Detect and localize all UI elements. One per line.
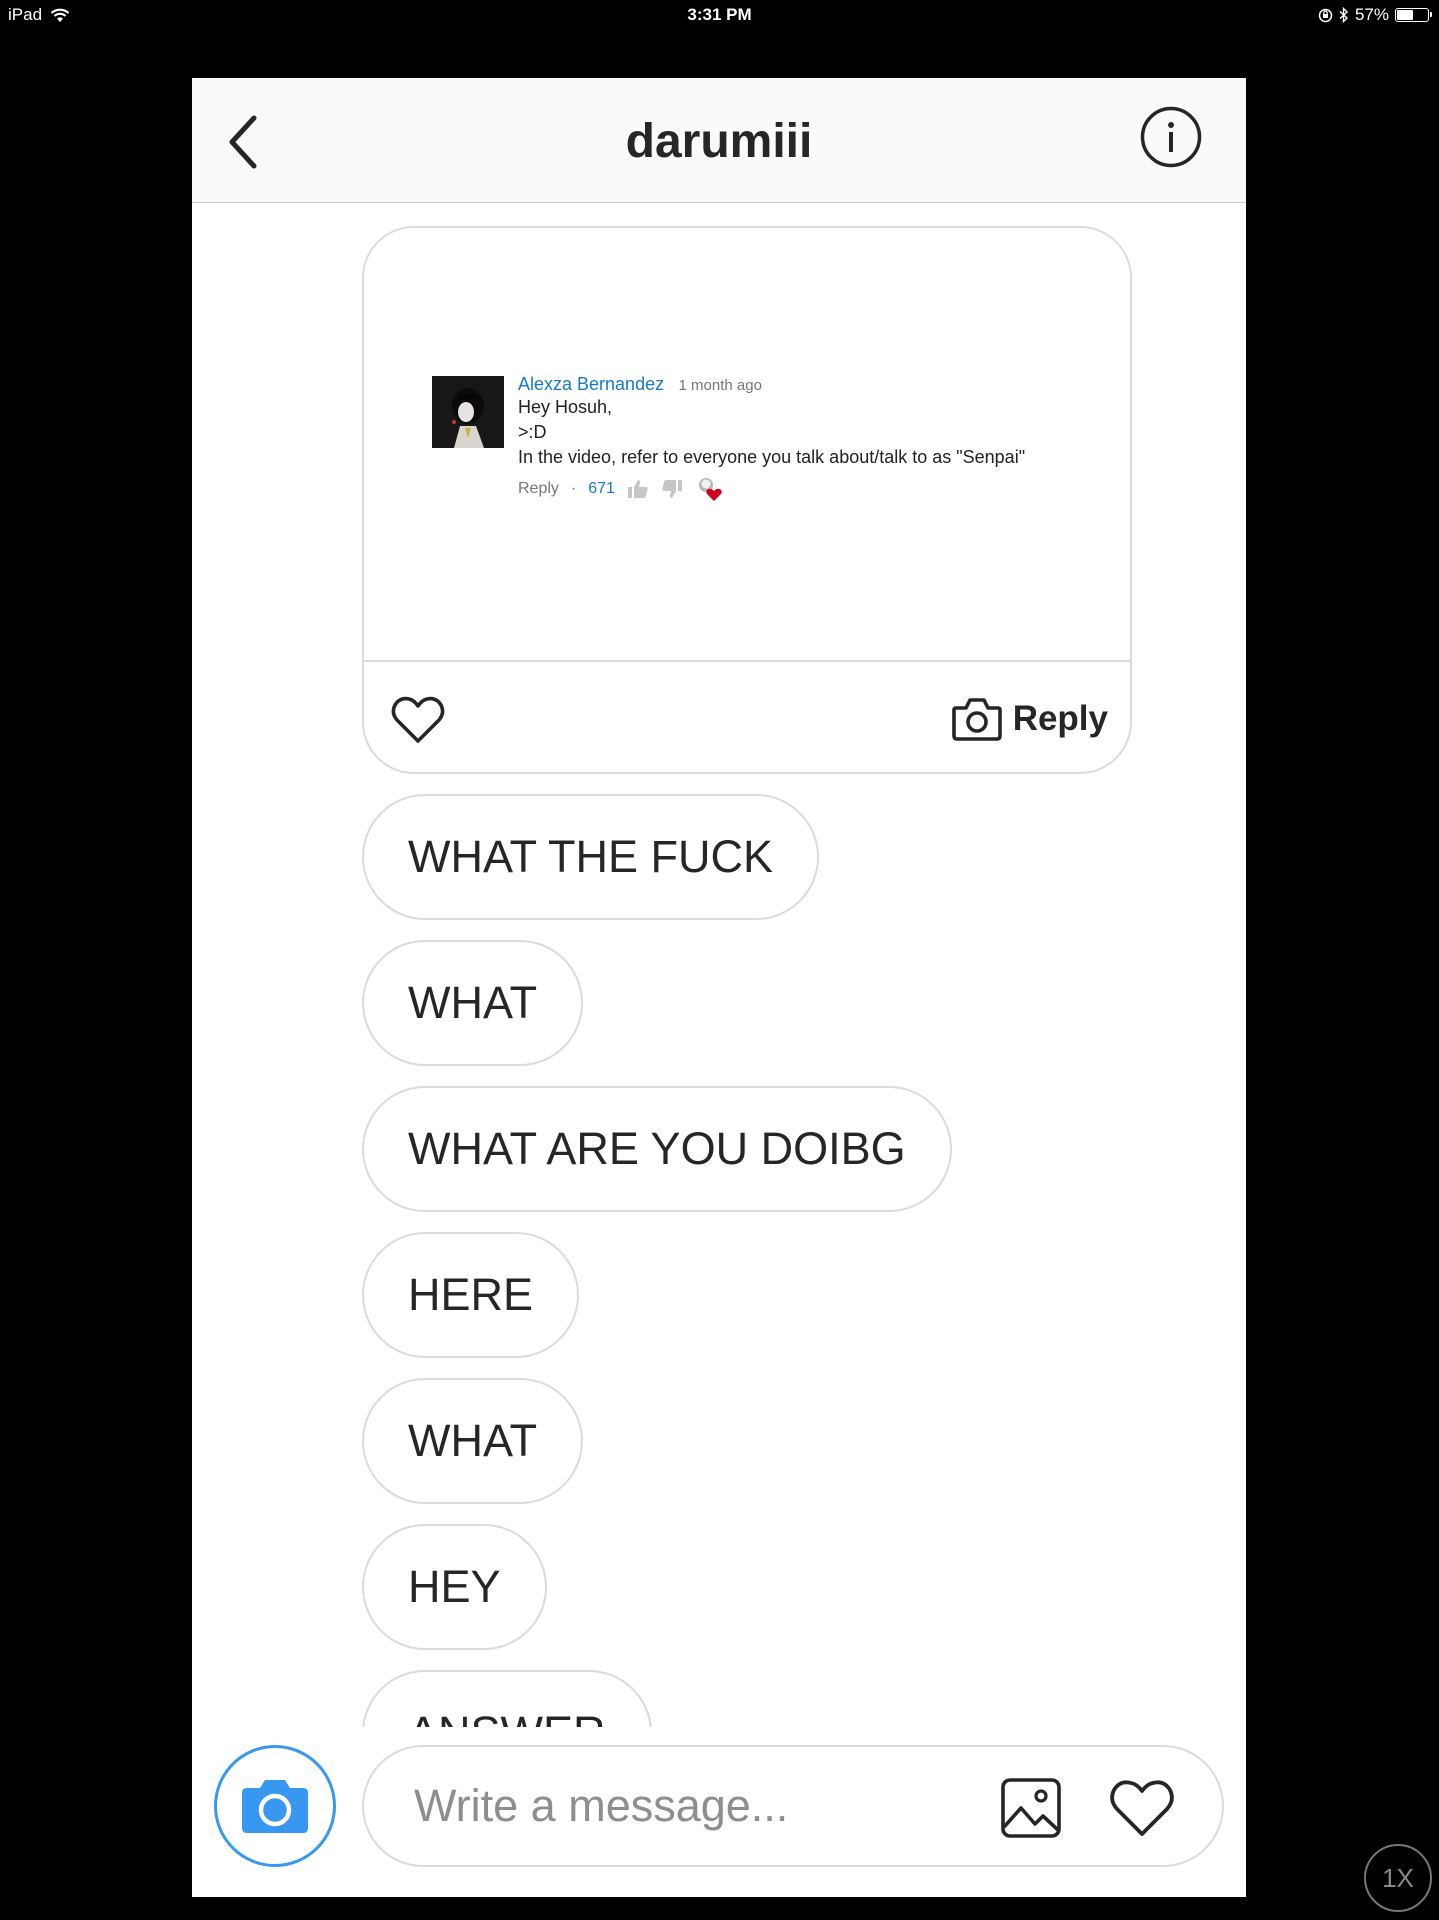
thumbs-down-icon (662, 480, 682, 498)
message-bubble[interactable]: ANSWER (362, 1670, 652, 1727)
conversation-title: darumiii (625, 115, 813, 168)
reply-button[interactable]: Reply (951, 696, 1108, 742)
shared-post-message[interactable]: Alexza Bernandez 1 month ago Hey Hosuh, … (362, 226, 1132, 774)
heart-icon[interactable] (1108, 1777, 1176, 1839)
message-bubble[interactable]: WHAT (362, 940, 584, 1066)
battery-percent: 57% (1354, 5, 1389, 24)
gallery-icon[interactable] (1000, 1777, 1062, 1839)
message-text: WHAT ARE YOU DOIBG (408, 1123, 906, 1174)
message-text: WHAT (408, 977, 538, 1028)
message-bubble[interactable]: WHAT ARE YOU DOIBG (362, 1086, 952, 1212)
thumbs-up-icon (627, 480, 648, 498)
reply-label: Reply (1012, 699, 1108, 738)
comment-actions: Reply · 671 (518, 476, 1118, 502)
comment-separator: · (570, 480, 577, 497)
comment-line: In the video, refer to everyone you talk… (518, 447, 1026, 467)
nav-header: darumiii (192, 78, 1246, 203)
comment-line: Hey Hosuh, (518, 397, 613, 417)
comment-reply-label: Reply (518, 480, 559, 497)
battery-icon (1395, 8, 1432, 22)
message-input[interactable] (414, 1775, 934, 1837)
creator-heart-icon (698, 478, 722, 501)
message-text: HEY (408, 1561, 501, 1612)
status-bar: iPad 3:31 PM 57% (0, 0, 1439, 30)
message-text: WHAT (408, 1415, 538, 1466)
info-icon[interactable] (1140, 106, 1202, 168)
zoom-indicator[interactable]: 1X (1364, 1844, 1432, 1912)
message-bubble[interactable]: WHAT THE FUCK (362, 794, 820, 920)
bluetooth-icon (1339, 7, 1348, 23)
message-bubble[interactable]: WHAT (362, 1378, 584, 1504)
message-text: WHAT THE FUCK (408, 831, 774, 882)
camera-icon (951, 698, 1002, 741)
direct-message-screen: darumiii Alexza Bernandez 1 month ago He… (192, 78, 1246, 1897)
comment-like-count: 671 (588, 480, 615, 497)
message-input-box (362, 1745, 1224, 1867)
message-bubble[interactable]: HEY (362, 1524, 547, 1650)
commenter-avatar (432, 376, 504, 448)
message-bubble[interactable]: HERE (362, 1232, 580, 1358)
shared-post-footer: Reply (364, 660, 1130, 772)
clock: 3:31 PM (687, 5, 752, 24)
comment-time: 1 month ago (678, 377, 762, 394)
message-thread[interactable]: Alexza Bernandez 1 month ago Hey Hosuh, … (192, 204, 1246, 1727)
comment-author: Alexza Bernandez (518, 374, 665, 394)
camera-button[interactable] (214, 1745, 336, 1867)
camera-icon (242, 1780, 308, 1833)
comment-line: >:D (518, 422, 547, 442)
heart-icon[interactable] (390, 694, 446, 746)
message-text: HERE (408, 1269, 534, 1320)
orientation-lock-icon (1318, 8, 1333, 22)
message-text: ANSWER (408, 1707, 606, 1727)
message-composer (192, 1727, 1246, 1897)
shared-screenshot[interactable]: Alexza Bernandez 1 month ago Hey Hosuh, … (364, 228, 1130, 662)
